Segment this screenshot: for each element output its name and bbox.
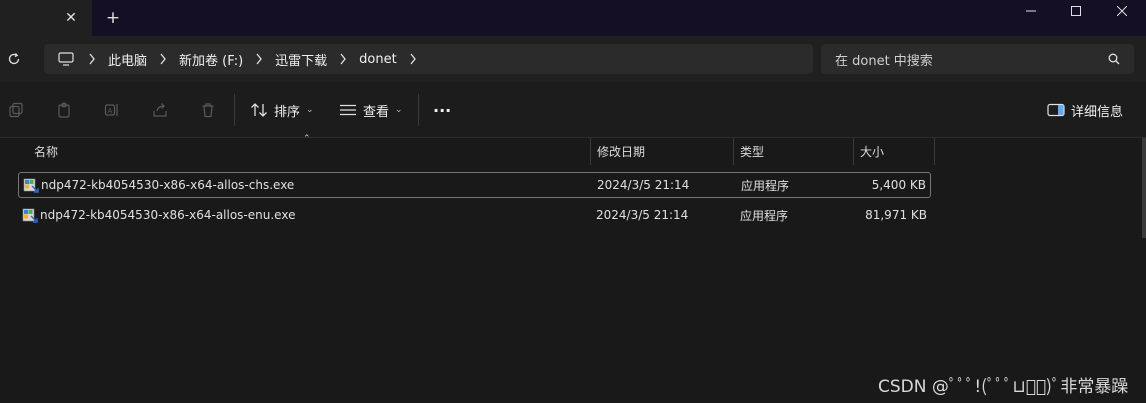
breadcrumb-this-pc[interactable]: 此电脑 xyxy=(108,50,147,69)
watermark-text: CSDN @ﾟﾟﾟ!(ﾟﾟﾟ⊔ﾟﾟ)ﾟ非常暴躁 xyxy=(878,377,1129,397)
delete-icon[interactable] xyxy=(198,100,218,120)
view-icon xyxy=(340,104,356,116)
file-size: 5,400 KB xyxy=(871,178,926,192)
chevron-down-icon: ⌄ xyxy=(306,105,314,115)
installer-exe-icon xyxy=(22,208,38,223)
breadcrumb-drive[interactable]: 新加卷 (F:) xyxy=(179,50,243,69)
computer-icon[interactable] xyxy=(56,49,76,69)
view-label: 查看 xyxy=(363,104,390,120)
more-options-button[interactable]: ··· xyxy=(433,98,451,122)
copy-icon[interactable] xyxy=(6,100,26,120)
toolbar-divider xyxy=(234,94,235,126)
column-header: ⌃ 名称 修改日期 类型 大小 xyxy=(0,134,1146,165)
details-pane-icon xyxy=(1047,103,1065,117)
refresh-icon xyxy=(8,53,20,65)
rename-icon[interactable]: A xyxy=(102,100,122,120)
chevron-down-icon: ⌄ xyxy=(395,105,403,115)
chevron-right-icon[interactable] xyxy=(339,53,347,65)
address-bar[interactable]: 此电脑 新加卷 (F:) 迅雷下载 donet xyxy=(44,44,813,74)
column-name[interactable]: 名称 xyxy=(28,138,590,165)
sort-label: 排序 xyxy=(274,104,301,120)
file-row[interactable]: ndp472-kb4054530-x86-x64-allos-chs.exe 2… xyxy=(18,172,931,198)
scrollbar-track[interactable] xyxy=(1142,138,1146,238)
minimize-button[interactable] xyxy=(1008,0,1054,22)
maximize-icon xyxy=(1071,6,1081,16)
active-tab[interactable]: ✕ xyxy=(0,0,92,36)
new-tab-button[interactable]: + xyxy=(103,8,123,28)
breadcrumb-current[interactable]: donet xyxy=(359,52,397,67)
tab-close-icon[interactable]: ✕ xyxy=(62,9,80,27)
navigation-bar: 此电脑 新加卷 (F:) 迅雷下载 donet 在 donet 中搜索 xyxy=(0,36,1146,82)
chevron-right-icon[interactable] xyxy=(255,53,263,65)
column-type[interactable]: 类型 xyxy=(734,138,853,165)
file-modified: 2024/3/5 21:14 xyxy=(597,178,690,192)
view-button[interactable]: 查看 ⌄ xyxy=(339,98,403,122)
details-pane-label: 详细信息 xyxy=(1071,104,1124,120)
chevron-right-icon[interactable] xyxy=(159,53,167,65)
close-window-button[interactable] xyxy=(1099,0,1145,22)
sort-icon xyxy=(251,103,267,117)
installer-exe-icon xyxy=(23,178,39,193)
file-name[interactable]: ndp472-kb4054530-x86-x64-allos-enu.exe xyxy=(40,203,295,227)
title-bar: ✕ + xyxy=(0,0,1146,36)
close-icon xyxy=(1117,6,1127,16)
minimize-icon xyxy=(1026,10,1036,12)
column-modified[interactable]: 修改日期 xyxy=(591,138,733,165)
paste-icon[interactable] xyxy=(54,100,74,120)
column-divider[interactable] xyxy=(934,138,935,165)
toolbar-divider xyxy=(418,94,419,126)
chevron-right-icon[interactable] xyxy=(409,53,417,65)
file-size: 81,971 KB xyxy=(865,208,927,222)
share-icon[interactable] xyxy=(150,100,170,120)
search-box[interactable]: 在 donet 中搜索 xyxy=(821,44,1134,74)
breadcrumb-folder[interactable]: 迅雷下载 xyxy=(275,50,327,69)
svg-text:A: A xyxy=(108,107,113,115)
refresh-button[interactable] xyxy=(4,49,24,69)
chevron-right-icon[interactable] xyxy=(88,53,96,65)
file-modified: 2024/3/5 21:14 xyxy=(596,208,689,222)
file-type: 应用程序 xyxy=(740,208,789,223)
command-bar: A 排序 ⌄ 查看 ⌄ ··· 详细信息 xyxy=(0,82,1146,138)
search-icon[interactable] xyxy=(1106,51,1122,67)
file-name[interactable]: ndp472-kb4054530-x86-x64-allos-chs.exe xyxy=(41,173,294,197)
file-row[interactable]: ndp472-kb4054530-x86-x64-allos-enu.exe 2… xyxy=(18,203,931,229)
search-input[interactable]: 在 donet 中搜索 xyxy=(835,50,1106,69)
details-pane-button[interactable]: 详细信息 xyxy=(1047,98,1123,122)
column-size[interactable]: 大小 xyxy=(854,138,934,165)
file-type: 应用程序 xyxy=(741,178,790,193)
maximize-button[interactable] xyxy=(1053,0,1099,22)
sort-button[interactable]: 排序 ⌄ xyxy=(250,98,314,122)
